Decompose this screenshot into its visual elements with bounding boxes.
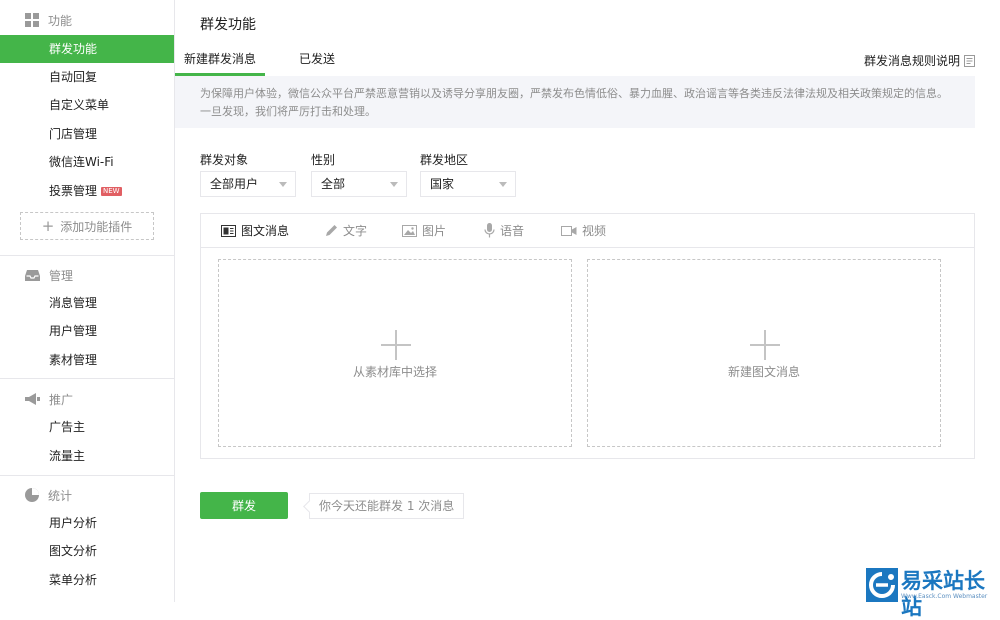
type-tab-news[interactable]: 图文消息 bbox=[221, 214, 289, 247]
video-icon bbox=[561, 225, 577, 236]
send-button[interactable]: 群发 bbox=[200, 492, 288, 519]
type-tab-image[interactable]: 图片 bbox=[402, 214, 446, 247]
dropdown-value: 全部用户 bbox=[210, 177, 259, 191]
region-dropdown[interactable]: 国家 bbox=[420, 171, 516, 197]
watermark-subtext: Www.Easck.Com Webmaster bbox=[901, 593, 988, 600]
dropdown-value: 国家 bbox=[430, 177, 455, 191]
sidebar-divider bbox=[0, 475, 174, 476]
target-dropdown[interactable]: 全部用户 bbox=[200, 171, 296, 197]
sidebar-item-wifi[interactable]: 微信连Wi-Fi bbox=[0, 148, 174, 176]
sidebar-divider bbox=[0, 378, 174, 379]
filter-label-region: 群发地区 bbox=[420, 153, 469, 167]
sidebar-group-stats: 统计 bbox=[25, 485, 72, 505]
main-content: 群发功能 新建群发消息 已发送 群发消息规则说明 为保障用户体验，微信公众平台严… bbox=[175, 0, 1000, 602]
sidebar-item-publisher[interactable]: 流量主 bbox=[0, 442, 174, 470]
quota-tip: 你今天还能群发 1 次消息 bbox=[309, 493, 465, 519]
sidebar-item-auto-reply[interactable]: 自动回复 bbox=[0, 63, 174, 91]
new-badge: NEW bbox=[101, 187, 122, 196]
card-label: 从素材库中选择 bbox=[352, 365, 437, 379]
document-icon bbox=[964, 54, 975, 67]
sidebar-item-messages[interactable]: 消息管理 bbox=[0, 289, 174, 317]
policy-notice: 为保障用户体验，微信公众平台严禁恶意营销以及诱导分享朋友圈，严禁发布色情低俗、暴… bbox=[175, 76, 975, 128]
pie-chart-icon bbox=[25, 488, 39, 502]
sidebar-group-manage: 管理 bbox=[25, 265, 73, 285]
inbox-icon bbox=[25, 269, 40, 281]
type-tab-label: 图文消息 bbox=[241, 224, 290, 238]
caret-down-icon bbox=[499, 182, 507, 187]
pencil-icon bbox=[326, 225, 337, 236]
create-news-card[interactable]: 新建图文消息 bbox=[587, 259, 941, 447]
sidebar-group-function: 功能 bbox=[25, 10, 72, 30]
rules-link[interactable]: 群发消息规则说明 bbox=[864, 52, 975, 69]
gender-dropdown[interactable]: 全部 bbox=[311, 171, 407, 197]
sidebar-item-users[interactable]: 用户管理 bbox=[0, 317, 174, 345]
rules-link-label: 群发消息规则说明 bbox=[863, 54, 960, 68]
sidebar-item-advertiser[interactable]: 广告主 bbox=[0, 413, 174, 441]
caret-down-icon bbox=[279, 182, 287, 187]
tab-bar: 新建群发消息 已发送 群发消息规则说明 bbox=[175, 44, 975, 77]
message-editor: 图文消息 文字 图片 语音 视频 从素材库中选择 新建图文消息 bbox=[200, 213, 975, 459]
page-title: 群发功能 bbox=[200, 17, 256, 33]
sidebar-group-title: 管理 bbox=[49, 268, 74, 283]
sidebar-item-user-analysis[interactable]: 用户分析 bbox=[0, 509, 174, 537]
plus-icon bbox=[395, 330, 397, 360]
message-type-bar: 图文消息 文字 图片 语音 视频 bbox=[201, 214, 974, 248]
microphone-icon bbox=[484, 223, 495, 238]
type-tab-voice[interactable]: 语音 bbox=[484, 214, 524, 247]
watermark-logo-icon bbox=[866, 568, 898, 602]
type-tab-video[interactable]: 视频 bbox=[561, 214, 606, 247]
sidebar-item-mass-send[interactable]: 群发功能 bbox=[0, 35, 174, 63]
sidebar-group-title: 功能 bbox=[48, 13, 73, 28]
sidebar-item-store[interactable]: 门店管理 bbox=[0, 120, 174, 148]
sidebar-item-label: 投票管理 bbox=[49, 184, 98, 198]
plus-icon: + bbox=[41, 217, 55, 235]
image-icon bbox=[402, 224, 417, 237]
type-tab-label: 图片 bbox=[422, 224, 447, 238]
sidebar-group-title: 统计 bbox=[48, 488, 73, 503]
sidebar-item-vote[interactable]: 投票管理 NEW bbox=[0, 177, 174, 205]
type-tab-label: 视频 bbox=[582, 224, 607, 238]
megaphone-icon bbox=[25, 392, 40, 405]
grid-icon bbox=[25, 13, 39, 27]
card-label: 新建图文消息 bbox=[727, 365, 800, 379]
filter-label-gender: 性别 bbox=[311, 153, 336, 167]
news-icon bbox=[221, 224, 236, 237]
dropdown-value: 全部 bbox=[321, 177, 346, 191]
caret-down-icon bbox=[390, 182, 398, 187]
watermark: 易采站长站 Www.Easck.Com Webmaster bbox=[866, 568, 1000, 619]
sidebar-item-custom-menu[interactable]: 自定义菜单 bbox=[0, 91, 174, 119]
type-tab-label: 文字 bbox=[343, 224, 368, 238]
sidebar-item-materials[interactable]: 素材管理 bbox=[0, 346, 174, 374]
filter-label-target: 群发对象 bbox=[200, 153, 249, 167]
sidebar: 功能 群发功能 自动回复 自定义菜单 门店管理 微信连Wi-Fi 投票管理 NEW… bbox=[0, 0, 175, 602]
sidebar-item-menu-analysis[interactable]: 菜单分析 bbox=[0, 566, 174, 594]
add-plugin-label: 添加功能插件 bbox=[60, 219, 133, 234]
tab-new-mass-message[interactable]: 新建群发消息 bbox=[175, 44, 265, 76]
select-from-library-card[interactable]: 从素材库中选择 bbox=[218, 259, 572, 447]
add-plugin-button[interactable]: + 添加功能插件 bbox=[20, 212, 154, 240]
type-tab-text[interactable]: 文字 bbox=[325, 214, 367, 247]
sidebar-divider bbox=[0, 255, 174, 256]
plus-icon bbox=[764, 330, 766, 360]
sidebar-item-article-analysis[interactable]: 图文分析 bbox=[0, 537, 174, 565]
type-tab-label: 语音 bbox=[500, 224, 525, 238]
sidebar-group-promote: 推广 bbox=[25, 389, 73, 409]
tab-sent[interactable]: 已发送 bbox=[287, 44, 347, 75]
sidebar-group-title: 推广 bbox=[49, 392, 74, 407]
